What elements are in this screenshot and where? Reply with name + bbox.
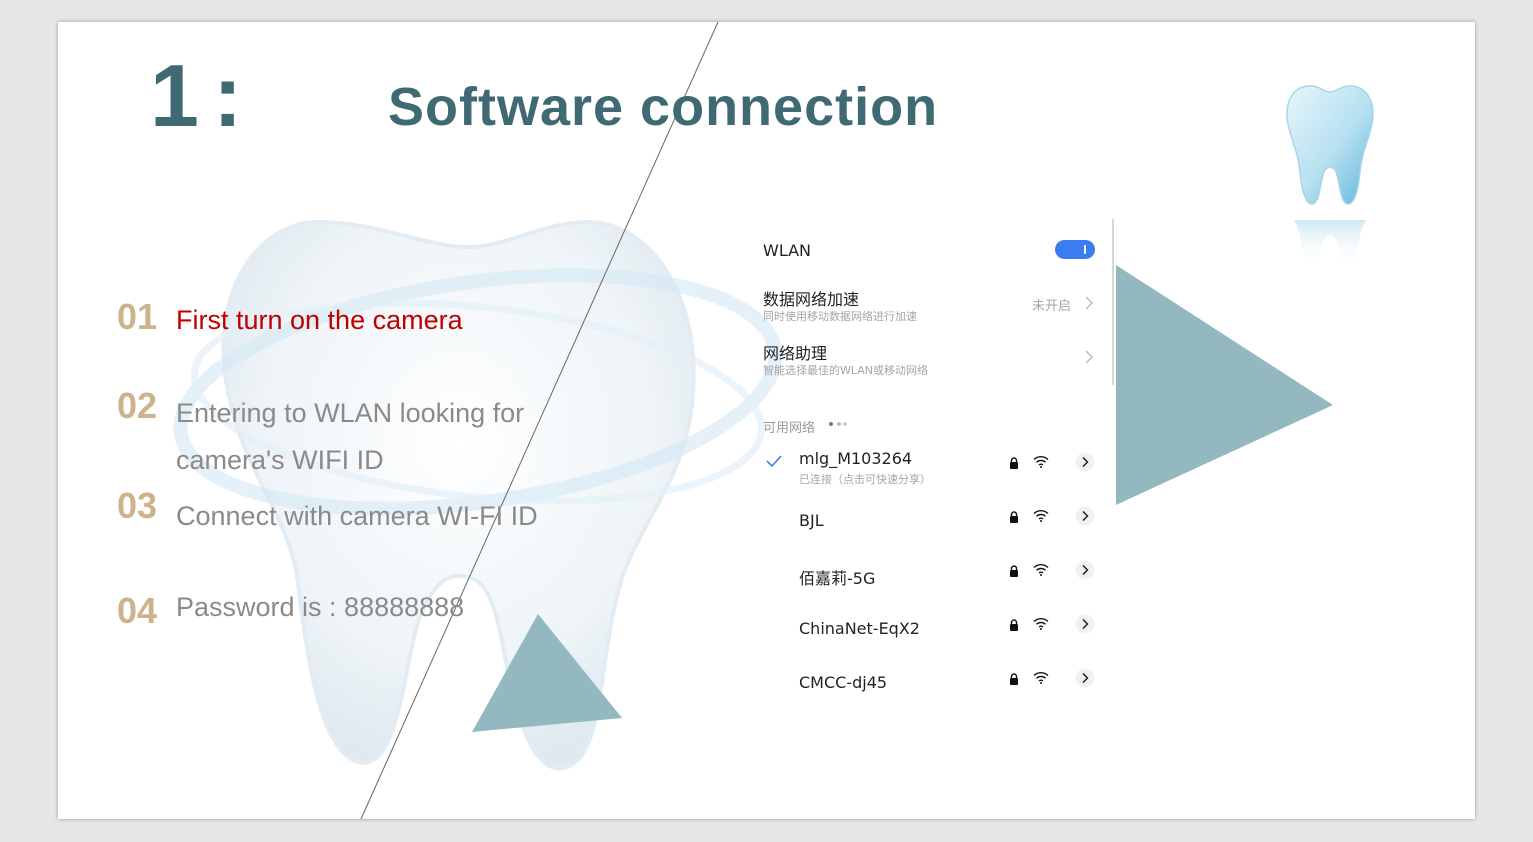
network-name: mlg_M103264 [799, 449, 913, 468]
net-assistant-title: 网络助理 [763, 344, 828, 363]
step-4-number: 04 [117, 590, 158, 631]
chevron-right-icon[interactable] [1075, 668, 1095, 688]
step-2-text-line-2: camera's WIFI ID [176, 445, 384, 475]
network-name: 佰嘉莉-5G [799, 569, 876, 588]
network-name: CMCC-dj45 [799, 673, 888, 692]
slide-title: Software connection [388, 77, 939, 137]
wlan-toggle[interactable] [1055, 240, 1095, 259]
step-2-text-line-1: Entering to WLAN looking for [176, 398, 525, 428]
data-accel-value: 未开启 [1032, 299, 1072, 314]
lock-icon [1010, 673, 1018, 685]
lock-icon [1010, 457, 1018, 469]
scrollbar[interactable] [1112, 219, 1114, 385]
chevron-right-icon[interactable] [1085, 296, 1093, 310]
lock-icon [1010, 511, 1018, 523]
chevron-right-icon[interactable] [1075, 506, 1095, 526]
wifi-icon [1033, 455, 1049, 468]
wifi-icon [1033, 509, 1049, 522]
lock-icon [1010, 565, 1018, 577]
wlan-settings-screenshot: WLAN 数据网络加速 同时使用移动数据网络进行加速 未开启 网络助理 智能选择… [758, 217, 1118, 717]
data-accel-subtitle: 同时使用移动数据网络进行加速 [763, 310, 917, 323]
slide-number: 1: [150, 46, 257, 145]
decorative-triangle-small [472, 614, 622, 732]
step-3-text: Connect with camera WI-FI ID [176, 501, 538, 531]
data-accel-title: 数据网络加速 [763, 290, 860, 309]
check-icon [766, 455, 782, 467]
step-1-text: First turn on the camera [176, 305, 463, 335]
network-name: ChinaNet-EqX2 [799, 619, 920, 638]
chevron-right-icon[interactable] [1085, 350, 1093, 364]
chevron-right-icon[interactable] [1075, 560, 1095, 580]
step-1-number: 01 [117, 296, 158, 337]
wifi-icon [1033, 671, 1049, 684]
wlan-label: WLAN [763, 241, 812, 260]
step-3-number: 03 [117, 485, 158, 526]
network-status: 已连接（点击可快速分享） [799, 473, 931, 486]
step-4-text: Password is : 88888888 [176, 592, 465, 622]
chevron-right-icon[interactable] [1075, 452, 1095, 472]
loading-dots-icon [829, 422, 847, 426]
step-2-number: 02 [117, 385, 158, 426]
tooth-icon [1286, 85, 1374, 266]
lock-icon [1010, 619, 1018, 631]
slide: 1: Software connection 01 First turn on … [58, 22, 1475, 819]
chevron-right-icon[interactable] [1075, 614, 1095, 634]
wifi-icon [1033, 563, 1049, 576]
network-name: BJL [799, 511, 824, 530]
net-assistant-subtitle: 智能选择最佳的WLAN或移动网络 [763, 364, 929, 377]
available-networks-label: 可用网络 [763, 421, 816, 436]
wifi-icon [1033, 617, 1049, 630]
